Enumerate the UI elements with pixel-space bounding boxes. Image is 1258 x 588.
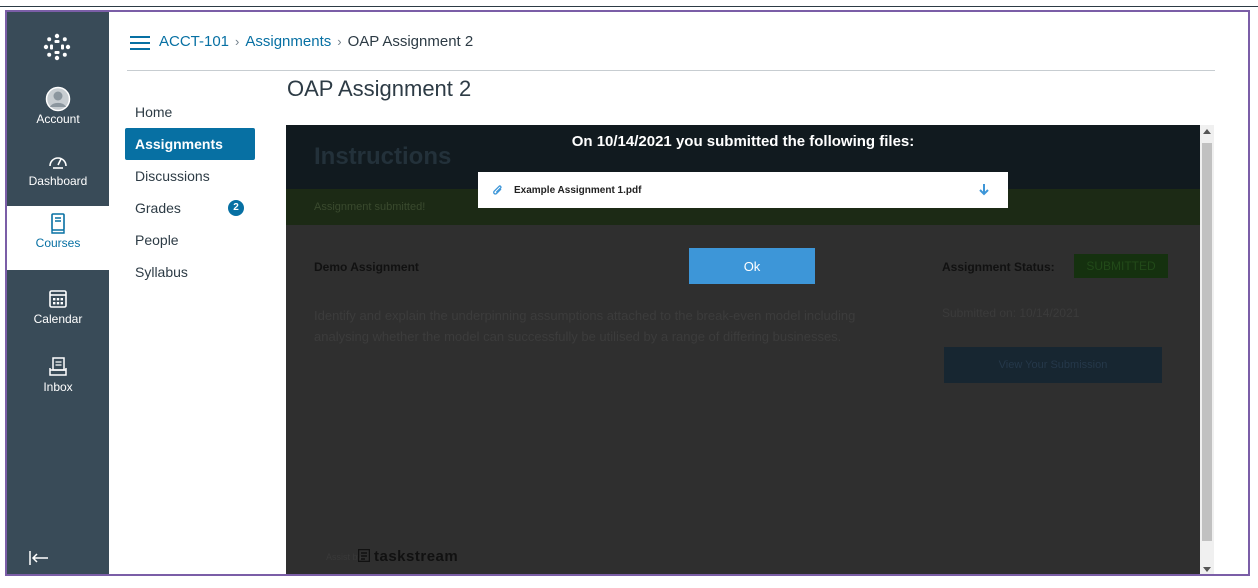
course-nav-syllabus[interactable]: Syllabus	[125, 256, 255, 288]
global-nav-label: Inbox	[43, 380, 73, 394]
global-nav-calendar[interactable]: Calendar	[7, 286, 109, 342]
powered-by-text: Assist by	[326, 552, 363, 562]
collapse-nav-icon[interactable]	[27, 548, 51, 568]
submitted-file-name[interactable]: Example Assignment 1.pdf	[514, 185, 641, 196]
demo-assignment-title: Demo Assignment	[314, 260, 419, 274]
breadcrumb-course-link[interactable]: ACCT-101	[159, 33, 229, 50]
assignment-status-label: Assignment Status:	[942, 260, 1055, 274]
grades-count-badge: 2	[228, 200, 244, 216]
ok-button[interactable]: Ok	[689, 248, 815, 284]
course-nav-people[interactable]: People	[125, 224, 255, 256]
dashboard-icon	[49, 157, 67, 169]
scroll-up-arrow-icon[interactable]	[1203, 129, 1211, 134]
global-nav-label: Calendar	[33, 312, 83, 326]
course-nav-discussions[interactable]: Discussions	[125, 160, 255, 192]
taskstream-logo: taskstream	[357, 548, 459, 565]
account-icon	[45, 86, 71, 112]
global-nav-label: Courses	[35, 236, 81, 250]
taskstream-brand: taskstream	[374, 548, 459, 565]
global-nav-dashboard[interactable]: Dashboard	[7, 148, 109, 204]
taskstream-logo-icon	[357, 548, 371, 563]
assignment-description: Identify and explain the underpinning as…	[314, 308, 856, 344]
global-nav-label: Dashboard	[28, 174, 88, 188]
breadcrumb: ACCT-101 › Assignments › OAP Assignment 2	[159, 33, 473, 50]
scrollbar-thumb[interactable]	[1202, 143, 1212, 541]
global-nav-inbox[interactable]: Inbox	[7, 354, 109, 410]
global-nav-account[interactable]: Account	[7, 86, 109, 142]
global-nav-label: Account	[36, 112, 80, 126]
global-nav: Account Dashboard Courses Calendar Inbox	[7, 12, 109, 574]
breadcrumb-separator: ›	[337, 34, 342, 49]
course-nav-assignments[interactable]: Assignments	[125, 128, 255, 160]
submitted-banner-text: Assignment submitted!	[314, 201, 426, 213]
view-submission-button[interactable]: View Your Submission	[944, 347, 1162, 383]
course-nav-grades[interactable]: Grades 2	[125, 192, 255, 224]
header-divider	[127, 70, 1215, 71]
hamburger-menu-icon[interactable]	[130, 36, 150, 50]
paperclip-icon	[493, 185, 502, 195]
breadcrumb-assignments-link[interactable]: Assignments	[245, 33, 331, 50]
download-arrow-icon[interactable]	[978, 183, 990, 197]
modal-title: On 10/14/2021 you submitted the followin…	[571, 133, 915, 150]
course-nav-home[interactable]: Home	[125, 96, 255, 128]
app-window: Account Dashboard Courses Calendar Inbox…	[5, 10, 1250, 576]
course-nav: Home Assignments Discussions Grades 2 Pe…	[125, 96, 255, 288]
canvas-logo-icon[interactable]	[42, 32, 72, 62]
breadcrumb-current: OAP Assignment 2	[347, 33, 474, 50]
calendar-icon	[49, 290, 67, 308]
course-nav-grades-label: Grades	[135, 200, 181, 216]
assignment-tool-frame: Instructions Assignment submitted! Demo …	[286, 125, 1214, 574]
inbox-icon	[49, 357, 67, 376]
status-badge: SUBMITTED	[1074, 254, 1168, 278]
breadcrumb-separator: ›	[235, 34, 240, 49]
scroll-down-arrow-icon[interactable]	[1203, 567, 1211, 572]
global-nav-courses[interactable]: Courses	[7, 206, 109, 270]
top-divider	[0, 6, 1258, 7]
courses-icon	[51, 213, 65, 234]
submitted-file-row[interactable]: Example Assignment 1.pdf	[478, 172, 1008, 208]
page-title: OAP Assignment 2	[287, 76, 472, 101]
frame-scrollbar[interactable]	[1200, 125, 1214, 574]
submitted-on-date: Submitted on: 10/14/2021	[942, 306, 1080, 320]
